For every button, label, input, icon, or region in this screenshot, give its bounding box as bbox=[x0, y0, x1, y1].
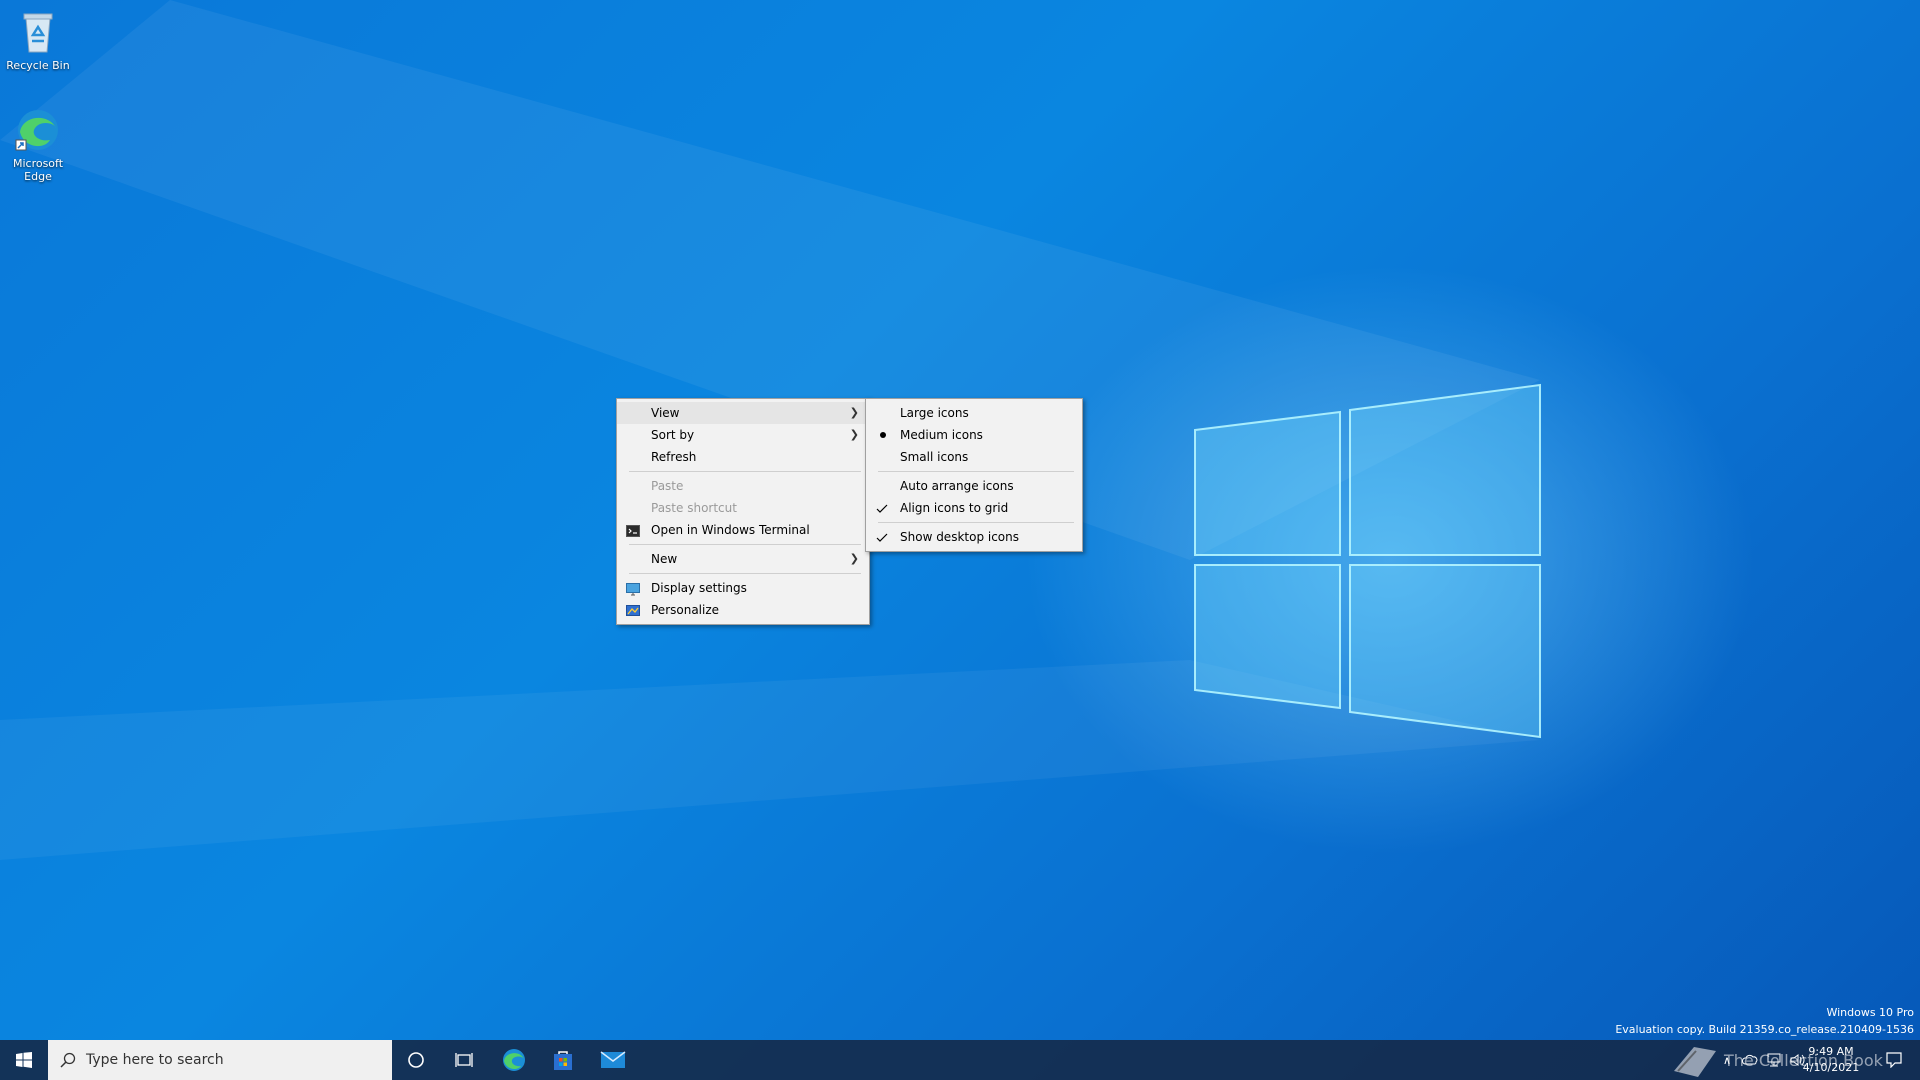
menu-item-label: Auto arrange icons bbox=[900, 479, 1014, 493]
view-submenu: Large icons Medium icons Small icons Aut… bbox=[865, 398, 1083, 552]
watermark-edition: Windows 10 Pro bbox=[1826, 1006, 1914, 1019]
search-icon bbox=[60, 1052, 76, 1068]
menu-separator bbox=[629, 573, 861, 574]
chevron-right-icon: ❯ bbox=[849, 428, 859, 441]
onedrive-icon[interactable] bbox=[1738, 1054, 1762, 1066]
bullet-icon bbox=[880, 432, 886, 438]
submenu-item-align-to-grid[interactable]: Align icons to grid bbox=[866, 497, 1082, 519]
menu-item-refresh[interactable]: Refresh bbox=[617, 446, 869, 468]
taskbar-mail-button[interactable] bbox=[589, 1040, 637, 1080]
edge-icon bbox=[503, 1049, 525, 1071]
desktop-icon-microsoft-edge[interactable]: Microsoft Edge bbox=[0, 106, 76, 183]
cortana-icon bbox=[408, 1052, 424, 1068]
menu-separator bbox=[629, 471, 861, 472]
submenu-item-large-icons[interactable]: Large icons bbox=[866, 402, 1082, 424]
menu-item-personalize[interactable]: Personalize bbox=[617, 599, 869, 621]
recycle-bin-icon bbox=[14, 8, 62, 56]
menu-item-label: Display settings bbox=[651, 581, 747, 595]
menu-separator bbox=[878, 471, 1074, 472]
windows-start-icon bbox=[16, 1052, 32, 1068]
menu-item-label: Small icons bbox=[900, 450, 969, 464]
menu-item-label: New bbox=[651, 552, 678, 566]
evaluation-watermark: Windows 10 Pro Evaluation copy. Build 21… bbox=[1615, 1004, 1914, 1038]
menu-item-label: Refresh bbox=[651, 450, 697, 464]
menu-separator bbox=[878, 522, 1074, 523]
menu-item-label: Open in Windows Terminal bbox=[651, 523, 810, 537]
desktop-icon-label: Recycle Bin bbox=[6, 59, 70, 72]
menu-item-label: Align icons to grid bbox=[900, 501, 1009, 515]
menu-item-label: Large icons bbox=[900, 406, 969, 420]
menu-item-display-settings[interactable]: Display settings bbox=[617, 577, 869, 599]
cortana-button[interactable] bbox=[392, 1040, 440, 1080]
action-center-button[interactable] bbox=[1874, 1040, 1914, 1080]
submenu-item-show-desktop-icons[interactable]: Show desktop icons bbox=[866, 526, 1082, 548]
submenu-item-medium-icons[interactable]: Medium icons bbox=[866, 424, 1082, 446]
menu-item-label: Personalize bbox=[651, 603, 720, 617]
chevron-right-icon: ❯ bbox=[849, 552, 859, 565]
store-icon bbox=[554, 1051, 572, 1070]
menu-item-label: Paste shortcut bbox=[651, 501, 737, 515]
menu-item-open-terminal[interactable]: Open in Windows Terminal bbox=[617, 519, 869, 541]
check-icon bbox=[875, 501, 889, 515]
menu-item-paste-shortcut: Paste shortcut bbox=[617, 497, 869, 519]
menu-item-view[interactable]: View ❯ bbox=[617, 402, 869, 424]
network-icon[interactable] bbox=[1762, 1053, 1786, 1067]
menu-item-new[interactable]: New ❯ bbox=[617, 548, 869, 570]
chevron-right-icon: ❯ bbox=[849, 406, 859, 419]
menu-item-paste: Paste bbox=[617, 475, 869, 497]
menu-item-label: Show desktop icons bbox=[900, 530, 1020, 544]
personalize-icon bbox=[626, 603, 640, 617]
terminal-icon bbox=[626, 523, 640, 537]
menu-item-sort-by[interactable]: Sort by ❯ bbox=[617, 424, 869, 446]
clock-date: 4/10/2021 bbox=[1802, 1061, 1860, 1074]
task-view-icon bbox=[455, 1053, 473, 1067]
display-icon bbox=[626, 581, 640, 596]
search-placeholder: Type here to search bbox=[86, 1052, 224, 1068]
menu-item-label: Paste bbox=[651, 479, 684, 493]
desktop-icon-recycle-bin[interactable]: Recycle Bin bbox=[0, 8, 76, 72]
taskbar-clock[interactable]: 9:49 AM 4/10/2021 bbox=[1796, 1044, 1866, 1076]
watermark-build: Evaluation copy. Build 21359.co_release.… bbox=[1615, 1023, 1914, 1036]
menu-item-label: Medium icons bbox=[900, 428, 983, 442]
submenu-item-small-icons[interactable]: Small icons bbox=[866, 446, 1082, 468]
check-icon bbox=[875, 530, 889, 544]
taskbar-search-box[interactable]: Type here to search bbox=[48, 1040, 392, 1080]
submenu-item-auto-arrange[interactable]: Auto arrange icons bbox=[866, 475, 1082, 497]
book-icon bbox=[1674, 1047, 1716, 1077]
desktop-icon-label: Microsoft Edge bbox=[12, 157, 64, 183]
menu-separator bbox=[629, 544, 861, 545]
taskbar-store-button[interactable] bbox=[539, 1040, 587, 1080]
menu-item-label: View bbox=[651, 406, 680, 420]
chevron-up-icon[interactable]: ∧ bbox=[1716, 1054, 1738, 1067]
menu-item-label: Sort by bbox=[651, 428, 695, 442]
desktop-context-menu: View ❯ Sort by ❯ Refresh Paste Paste sho… bbox=[616, 398, 870, 625]
clock-time: 9:49 AM bbox=[1808, 1045, 1854, 1058]
start-button[interactable] bbox=[0, 1040, 48, 1080]
mail-icon bbox=[600, 1051, 626, 1068]
taskbar: Type here to search The Collection Book … bbox=[0, 1040, 1920, 1080]
taskbar-edge-button[interactable] bbox=[490, 1040, 538, 1080]
task-view-button[interactable] bbox=[440, 1040, 488, 1080]
notification-icon bbox=[1886, 1052, 1902, 1068]
edge-icon bbox=[14, 106, 62, 154]
